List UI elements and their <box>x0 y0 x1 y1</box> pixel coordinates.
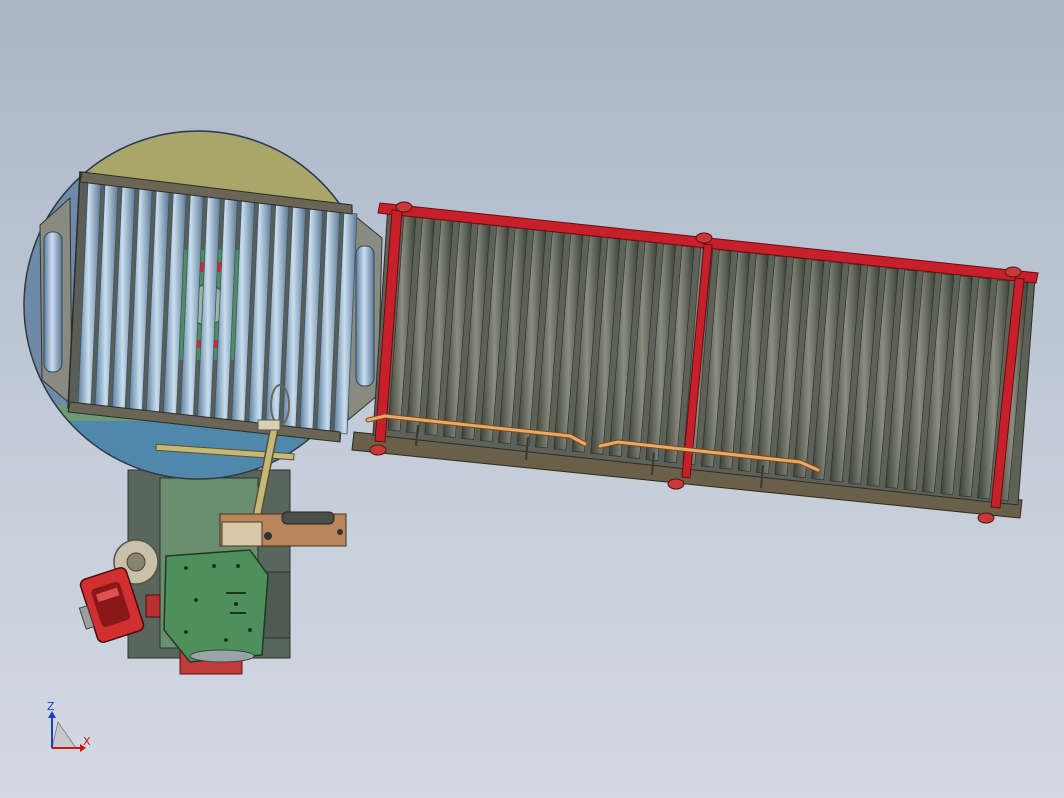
cad-viewport[interactable]: X Z <box>0 0 1064 798</box>
turntable-side-rollers-left <box>39 196 73 407</box>
axis-triad-x-label: X <box>83 735 91 748</box>
roller-conveyor[interactable] <box>351 201 1039 524</box>
motor-unit <box>163 549 269 663</box>
carriage-assembly <box>219 511 347 547</box>
turntable[interactable] <box>20 120 383 488</box>
axis-triad-z-label: Z <box>47 700 55 713</box>
axis-triad: X Z <box>47 700 91 752</box>
